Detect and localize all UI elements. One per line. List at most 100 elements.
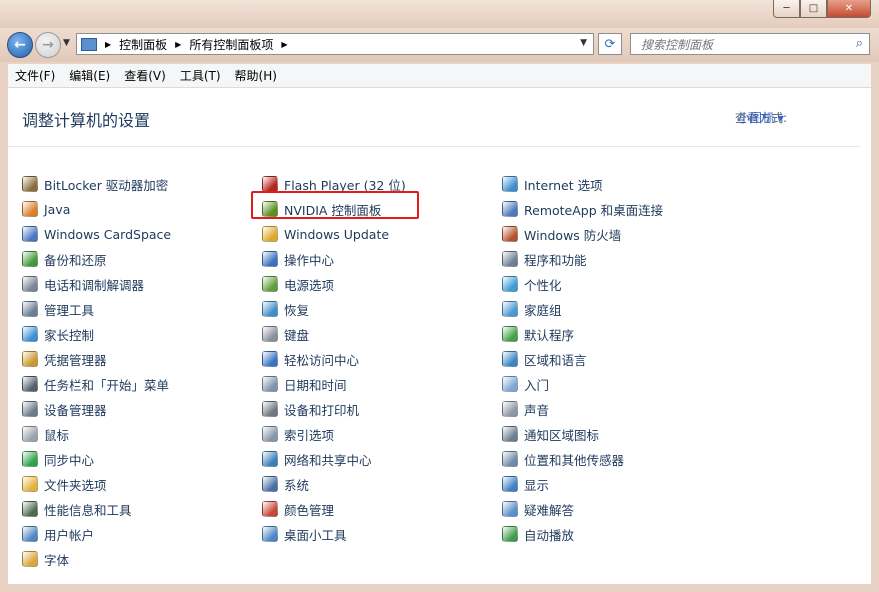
item-label: 颜色管理 [284,502,335,518]
item-label: 区域和语言 [524,352,587,368]
item-power[interactable]: 电源选项 [262,274,334,294]
item-taskbar[interactable]: 任务栏和「开始」菜单 [22,374,169,394]
breadcrumb-all-items[interactable]: 所有控制面板项 [189,36,273,53]
item-label: 默认程序 [524,327,575,343]
item-recovery[interactable]: 恢复 [262,299,309,319]
menu-file[interactable]: 文件(F) [8,67,62,84]
breadcrumb-control-panel[interactable]: 控制面板 [119,36,167,53]
item-remoteapp[interactable]: RemoteApp 和桌面连接 [502,199,663,219]
item-ease-of-access[interactable]: 轻松访问中心 [262,349,359,369]
refresh-icon: ⟳ [604,36,616,52]
item-indexing[interactable]: 索引选项 [262,424,334,444]
search-box[interactable]: ⌕ [630,33,870,55]
item-internet-options[interactable]: Internet 选项 [502,174,603,194]
remoteapp-icon [502,201,518,217]
breadcrumb-separator-icon[interactable]: ▶ [105,40,111,49]
breadcrumb-separator-icon[interactable]: ▶ [281,40,287,49]
highlight-box [251,191,419,219]
refresh-button[interactable]: ⟳ [598,33,622,55]
back-button[interactable]: ← [7,32,33,58]
item-performance[interactable]: 性能信息和工具 [22,499,132,519]
homegroup-icon [502,301,518,317]
item-label: 用户帐户 [44,527,95,543]
item-keyboard[interactable]: 键盘 [262,324,309,344]
item-sound[interactable]: 声音 [502,399,549,419]
power-icon [262,276,278,292]
item-programs[interactable]: 程序和功能 [502,249,587,269]
item-label: 操作中心 [284,252,335,268]
item-backup[interactable]: 备份和还原 [22,249,107,269]
region-language-icon [502,351,518,367]
item-label: 个性化 [524,277,562,293]
system-icon [262,476,278,492]
item-autoplay[interactable]: 自动播放 [502,524,574,544]
item-label: 位置和其他传感器 [524,452,625,468]
item-sensors[interactable]: 位置和其他传感器 [502,449,624,469]
item-system[interactable]: 系统 [262,474,309,494]
menu-view[interactable]: 查看(V) [117,67,173,84]
item-phone-modem[interactable]: 电话和调制解调器 [22,274,144,294]
menu-edit[interactable]: 编辑(E) [62,67,117,84]
item-label: 系统 [284,477,310,493]
item-label: 字体 [44,552,70,568]
breadcrumb-separator-icon[interactable]: ▶ [175,40,181,49]
item-firewall[interactable]: Windows 防火墙 [502,224,621,244]
sensors-icon [502,451,518,467]
item-notification[interactable]: 通知区域图标 [502,424,599,444]
item-mouse[interactable]: 鼠标 [22,424,69,444]
item-printer[interactable]: 设备和打印机 [262,399,359,419]
menu-bar: 文件(F) 编辑(E) 查看(V) 工具(T) 帮助(H) [8,64,871,88]
search-input[interactable] [639,35,843,55]
item-fonts[interactable]: 字体 [22,549,69,569]
item-label: 凭据管理器 [44,352,107,368]
item-label: Windows Update [284,226,390,242]
close-button[interactable]: ✕ [827,0,871,18]
item-sync[interactable]: 同步中心 [22,449,94,469]
maximize-button[interactable]: □ [800,0,827,18]
forward-button[interactable]: → [35,32,61,58]
item-action-center[interactable]: 操作中心 [262,249,334,269]
item-label: 自动播放 [524,527,575,543]
menu-help[interactable]: 帮助(H) [228,67,284,84]
item-region-language[interactable]: 区域和语言 [502,349,587,369]
caption-buttons: ─ □ ✕ [773,0,871,18]
item-label: 日期和时间 [284,377,347,393]
item-default-programs[interactable]: 默认程序 [502,324,574,344]
item-gadgets[interactable]: 桌面小工具 [262,524,347,544]
item-cardspace[interactable]: Windows CardSpace [22,224,171,244]
item-windows-update[interactable]: Windows Update [262,224,389,244]
address-bar[interactable]: ▶ 控制面板 ▶ 所有控制面板项 ▶ ▼ [76,33,594,55]
item-color-management[interactable]: 颜色管理 [262,499,334,519]
search-icon[interactable]: ⌕ [856,36,863,51]
item-user-accounts[interactable]: 用户帐户 [22,524,94,544]
display-icon [502,476,518,492]
item-label: 任务栏和「开始」菜单 [44,377,170,393]
item-java[interactable]: Java [22,199,70,219]
item-display[interactable]: 显示 [502,474,549,494]
item-parental-control[interactable]: 家长控制 [22,324,94,344]
item-troubleshooting[interactable]: 疑难解答 [502,499,574,519]
flash-icon [262,176,278,192]
content-pane: 调整计算机的设置 查看方式: 小图标 ▾ BitLocker 驱动器加密 Java… [8,88,871,584]
item-bitlocker[interactable]: BitLocker 驱动器加密 [22,174,168,194]
minimize-button[interactable]: ─ [773,0,800,18]
item-device-manager[interactable]: 设备管理器 [22,399,107,419]
item-admin-tools[interactable]: 管理工具 [22,299,94,319]
item-label: 设备和打印机 [284,402,360,418]
item-label: 显示 [524,477,550,493]
item-homegroup[interactable]: 家庭组 [502,299,562,319]
item-personalization[interactable]: 个性化 [502,274,562,294]
item-getting-started[interactable]: 入门 [502,374,549,394]
admin-tools-icon [22,301,38,317]
address-history-dropdown-icon[interactable]: ▼ [580,38,587,48]
item-date-time[interactable]: 日期和时间 [262,374,347,394]
menu-tools[interactable]: 工具(T) [173,67,228,84]
item-folder-options[interactable]: 文件夹选项 [22,474,107,494]
view-mode-dropdown[interactable]: 小图标 ▾ [738,109,784,126]
item-network[interactable]: 网络和共享中心 [262,449,372,469]
item-credential[interactable]: 凭据管理器 [22,349,107,369]
control-panel-icon [81,37,97,51]
recent-pages-dropdown[interactable]: ▼ [63,38,70,48]
item-label: Java [44,201,71,217]
sound-icon [502,401,518,417]
